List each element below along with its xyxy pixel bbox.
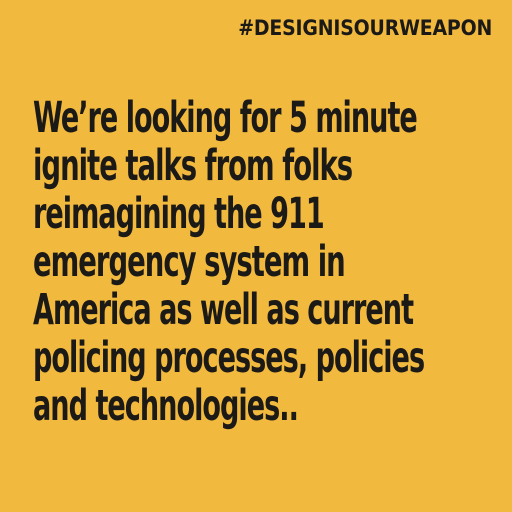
message-line-1-part-3: minute bbox=[306, 93, 417, 143]
graphic-canvas: #DESIGNISOURWEAPON We’re looking for 5 m… bbox=[0, 0, 512, 512]
message-line-4-text: emergency system in bbox=[33, 237, 346, 287]
message-line-6: policing processes, policies bbox=[33, 334, 425, 382]
emergency-number: 911 bbox=[270, 189, 325, 239]
message-line-4: emergency system in bbox=[33, 238, 360, 286]
message-line-2-text: ignite talks from folks bbox=[33, 141, 353, 191]
message-line-3: reimagining the 911 bbox=[33, 190, 355, 238]
message-line-7-text: and technologies.. bbox=[33, 381, 299, 431]
call-for-talks-message: We’re looking for 5 minute ignite talks … bbox=[33, 94, 493, 430]
talk-duration-number: 5 bbox=[289, 93, 308, 143]
message-line-1-part-1: We’re looking for bbox=[33, 93, 290, 143]
message-line-2: ignite talks from folks bbox=[33, 142, 360, 190]
hashtag-text: #DESIGNISOURWEAPON bbox=[238, 16, 492, 40]
message-line-1: We’re looking for 5 minute bbox=[33, 93, 418, 143]
message-line-3-part-1: reimagining the bbox=[33, 189, 271, 239]
message-line-5-text: America as well as current bbox=[33, 285, 414, 335]
message-line-6-text: policing processes, policies bbox=[33, 333, 425, 383]
message-line-7: and technologies.. bbox=[33, 382, 355, 430]
message-line-5: America as well as current bbox=[33, 286, 414, 334]
